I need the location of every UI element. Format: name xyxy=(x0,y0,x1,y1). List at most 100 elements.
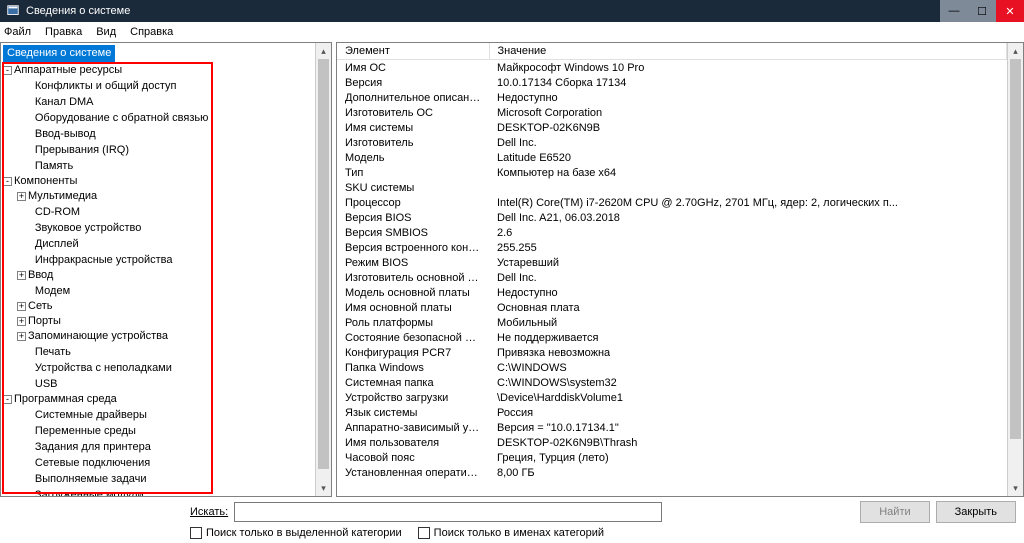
titlebar: Сведения о системе — ☐ ✕ xyxy=(0,0,1024,22)
table-row[interactable]: Конфигурация PCR7Привязка невозможна xyxy=(337,345,1007,360)
tree-toggle-icon[interactable]: + xyxy=(17,317,26,326)
table-row[interactable]: Версия встроенного контролл255.255 xyxy=(337,240,1007,255)
tree-item[interactable]: Звуковое устройство xyxy=(35,222,141,234)
tree-item[interactable]: Системные драйверы xyxy=(35,409,147,421)
table-row[interactable]: Изготовитель основной платыDell Inc. xyxy=(337,270,1007,285)
menu-help[interactable]: Справка xyxy=(130,26,173,38)
tree-item[interactable]: Сетевые подключения xyxy=(35,457,150,469)
table-row[interactable]: Версия BIOSDell Inc. A21, 06.03.2018 xyxy=(337,210,1007,225)
cell-value: 255.255 xyxy=(489,240,1007,255)
cell-value: DESKTOP-02K6N9B\Thrash xyxy=(489,435,1007,450)
detail-scrollbar[interactable]: ▴ ▾ xyxy=(1007,43,1023,496)
table-row[interactable]: Имя ОСМайкрософт Windows 10 Pro xyxy=(337,60,1007,76)
table-row[interactable]: Роль платформыМобильный xyxy=(337,315,1007,330)
cell-element: Имя пользователя xyxy=(337,435,489,450)
cell-element: Аппаратно-зависимый уровен... xyxy=(337,420,489,435)
cell-value: Intel(R) Core(TM) i7-2620M CPU @ 2.70GHz… xyxy=(489,195,1007,210)
cell-element: Изготовитель основной платы xyxy=(337,270,489,285)
tree-item[interactable]: Переменные среды xyxy=(35,425,136,437)
table-row[interactable]: Системная папкаC:\WINDOWS\system32 xyxy=(337,375,1007,390)
tree-item[interactable]: CD-ROM xyxy=(35,206,80,218)
tree-toggle-icon[interactable]: - xyxy=(3,66,12,75)
close-dialog-button[interactable]: Закрыть xyxy=(936,501,1016,523)
table-row[interactable]: Имя основной платыОсновная плата xyxy=(337,300,1007,315)
tree-group[interactable]: Компоненты xyxy=(14,175,77,187)
tree-item[interactable]: Печать xyxy=(35,346,71,358)
tree-item-expandable[interactable]: Мультимедиа xyxy=(28,190,97,202)
tree-item[interactable]: Модем xyxy=(35,285,70,297)
tree-item[interactable]: Конфликты и общий доступ xyxy=(35,80,177,92)
cell-value: Недоступно xyxy=(489,90,1007,105)
tree-item[interactable]: USB xyxy=(35,378,58,390)
checkbox-category-names[interactable]: Поиск только в именах категорий xyxy=(418,527,604,539)
table-row[interactable]: Дополнительное описание ОСНедоступно xyxy=(337,90,1007,105)
tree-item[interactable]: Оборудование с обратной связью xyxy=(35,112,208,124)
table-row[interactable]: Имя пользователяDESKTOP-02K6N9B\Thrash xyxy=(337,435,1007,450)
scroll-up-icon[interactable]: ▴ xyxy=(1008,43,1023,59)
checkbox-selected-category[interactable]: Поиск только в выделенной категории xyxy=(190,527,402,539)
cell-element: Дополнительное описание ОС xyxy=(337,90,489,105)
tree-group[interactable]: Программная среда xyxy=(14,393,117,405)
table-row[interactable]: Версия10.0.17134 Сборка 17134 xyxy=(337,75,1007,90)
tree-item-expandable[interactable]: Порты xyxy=(28,315,61,327)
tree-item-expandable[interactable]: Сеть xyxy=(28,300,52,312)
table-row[interactable]: SKU системы xyxy=(337,180,1007,195)
menu-edit[interactable]: Правка xyxy=(45,26,82,38)
table-row[interactable]: ТипКомпьютер на базе x64 xyxy=(337,165,1007,180)
tree-toggle-icon[interactable]: + xyxy=(17,192,26,201)
cell-element: Версия SMBIOS xyxy=(337,225,489,240)
tree-item[interactable]: Загруженные модули xyxy=(35,489,144,496)
tree-toggle-icon[interactable]: + xyxy=(17,271,26,280)
table-row[interactable]: ИзготовительDell Inc. xyxy=(337,135,1007,150)
tree-item[interactable]: Ввод-вывод xyxy=(35,128,96,140)
tree-toggle-icon[interactable]: + xyxy=(17,302,26,311)
scroll-up-icon[interactable]: ▴ xyxy=(316,43,331,59)
close-button[interactable]: ✕ xyxy=(996,0,1024,22)
tree-item[interactable]: Выполняемые задачи xyxy=(35,473,147,485)
maximize-button[interactable]: ☐ xyxy=(968,0,996,22)
cell-value: Майкрософт Windows 10 Pro xyxy=(489,60,1007,76)
tree-item[interactable]: Инфракрасные устройства xyxy=(35,254,173,266)
tree-root-selected[interactable]: Сведения о системе xyxy=(3,45,115,62)
tree-toggle-icon[interactable]: + xyxy=(17,332,26,341)
tree-group[interactable]: Аппаратные ресурсы xyxy=(14,64,122,76)
table-row[interactable]: Язык системыРоссия xyxy=(337,405,1007,420)
table-row[interactable]: Имя системыDESKTOP-02K6N9B xyxy=(337,120,1007,135)
scroll-down-icon[interactable]: ▾ xyxy=(1008,480,1023,496)
search-input[interactable] xyxy=(234,502,662,522)
tree-toggle-icon[interactable]: - xyxy=(3,177,12,186)
tree-item[interactable]: Устройства с неполадками xyxy=(35,362,172,374)
table-row[interactable]: МодельLatitude E6520 xyxy=(337,150,1007,165)
column-header-element[interactable]: Элемент xyxy=(337,43,489,60)
tree-item[interactable]: Канал DMA xyxy=(35,96,94,108)
minimize-button[interactable]: — xyxy=(940,0,968,22)
tree-item-expandable[interactable]: Ввод xyxy=(28,269,53,281)
tree-item[interactable]: Задания для принтера xyxy=(35,441,151,453)
cell-value: C:\WINDOWS\system32 xyxy=(489,375,1007,390)
table-row[interactable]: Часовой поясГреция, Турция (лето) xyxy=(337,450,1007,465)
cell-value: Недоступно xyxy=(489,285,1007,300)
tree-item[interactable]: Память xyxy=(35,160,73,172)
cell-element: Изготовитель xyxy=(337,135,489,150)
table-row[interactable]: Устройство загрузки\Device\HarddiskVolum… xyxy=(337,390,1007,405)
tree-item-expandable[interactable]: Запоминающие устройства xyxy=(28,330,168,342)
table-row[interactable]: Версия SMBIOS2.6 xyxy=(337,225,1007,240)
tree-scrollbar[interactable]: ▴ ▾ xyxy=(315,43,331,496)
table-row[interactable]: Установленная оперативная п...8,00 ГБ xyxy=(337,465,1007,480)
table-row[interactable]: Режим BIOSУстаревший xyxy=(337,255,1007,270)
table-row[interactable]: Модель основной платыНедоступно xyxy=(337,285,1007,300)
find-button[interactable]: Найти xyxy=(860,501,929,523)
table-row[interactable]: Аппаратно-зависимый уровен...Версия = "1… xyxy=(337,420,1007,435)
tree-item[interactable]: Прерывания (IRQ) xyxy=(35,144,129,156)
tree-item[interactable]: Дисплей xyxy=(35,238,79,250)
checkbox-icon xyxy=(190,527,202,539)
scroll-down-icon[interactable]: ▾ xyxy=(316,480,331,496)
column-header-value[interactable]: Значение xyxy=(489,43,1007,60)
table-row[interactable]: Папка WindowsC:\WINDOWS xyxy=(337,360,1007,375)
menu-view[interactable]: Вид xyxy=(96,26,116,38)
menu-file[interactable]: Файл xyxy=(4,26,31,38)
tree-toggle-icon[interactable]: - xyxy=(3,395,12,404)
table-row[interactable]: ПроцессорIntel(R) Core(TM) i7-2620M CPU … xyxy=(337,195,1007,210)
table-row[interactable]: Изготовитель ОСMicrosoft Corporation xyxy=(337,105,1007,120)
table-row[interactable]: Состояние безопасной загрузНе поддержива… xyxy=(337,330,1007,345)
